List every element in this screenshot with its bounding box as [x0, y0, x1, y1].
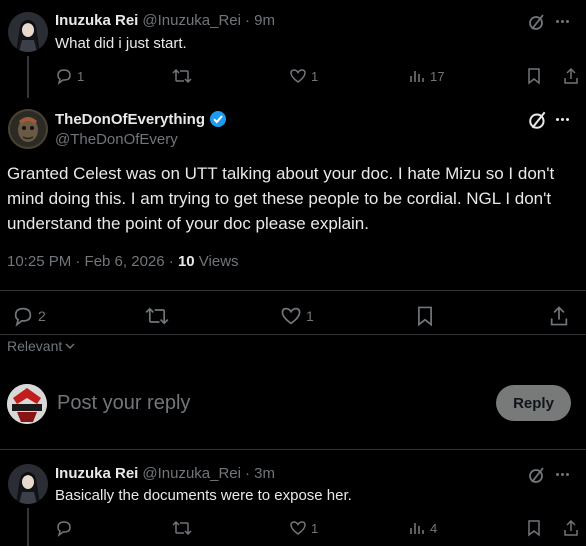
like-count: 1: [306, 308, 314, 324]
share-action[interactable]: [562, 67, 580, 85]
reply-icon: [57, 69, 71, 85]
tweet-text: Granted Celest was on UTT talking about …: [7, 164, 555, 233]
verified-badge-icon[interactable]: [209, 110, 227, 128]
views-icon: [410, 523, 424, 534]
reply-action[interactable]: 2: [12, 305, 46, 327]
avatar[interactable]: [7, 384, 47, 424]
sort-dropdown[interactable]: Relevant: [7, 338, 76, 354]
views-count: 10: [177, 253, 195, 270]
divider: [0, 449, 586, 450]
reply-action[interactable]: 1: [55, 67, 84, 85]
author-handle[interactable]: @Inuzuka_Rei: [142, 12, 241, 29]
repost-action[interactable]: [172, 519, 192, 537]
views-icon: [410, 71, 424, 82]
heart-icon: [281, 307, 301, 325]
views-count: 4: [430, 520, 438, 536]
reply-input[interactable]: Post your reply: [57, 392, 190, 415]
tweet-text: What did i just start.: [55, 35, 187, 52]
reply-count: 1: [77, 68, 85, 84]
grok-icon[interactable]: [528, 466, 546, 484]
more-icon[interactable]: [556, 473, 569, 476]
views-action[interactable]: 17: [408, 67, 444, 85]
tweet-time[interactable]: · 9m: [245, 12, 275, 29]
bookmark-action[interactable]: [414, 305, 436, 327]
like-action[interactable]: 1: [289, 67, 318, 85]
repost-icon: [172, 68, 192, 84]
tweet-header: Inuzuka Rei @Inuzuka_Rei · 9m: [55, 12, 275, 29]
tweet-meta: 10:25 PM · Feb 6, 2026 · 10 Views: [7, 253, 239, 270]
repost-action[interactable]: [145, 305, 169, 327]
repost-action[interactable]: [172, 67, 192, 85]
bookmark-action[interactable]: [525, 519, 543, 537]
author-name[interactable]: Inuzuka Rei: [55, 12, 138, 29]
heart-icon: [290, 521, 306, 535]
avatar[interactable]: [8, 464, 48, 504]
reply-icon: [14, 307, 32, 327]
bookmark-action[interactable]: [525, 67, 543, 85]
chevron-down-icon: [65, 343, 75, 349]
reply-button[interactable]: Reply: [496, 385, 571, 421]
share-icon: [564, 519, 578, 536]
author-name-row: TheDonOfEverything: [55, 110, 227, 128]
thread-line: [27, 508, 29, 546]
views-label: Views: [194, 253, 239, 270]
share-icon: [550, 306, 568, 326]
avatar[interactable]: [8, 12, 48, 52]
share-action[interactable]: [562, 519, 580, 537]
tweet-text: Basically the documents were to expose h…: [55, 487, 352, 504]
grok-icon[interactable]: [528, 13, 546, 31]
more-icon[interactable]: [556, 20, 569, 23]
timestamp[interactable]: 10:25 PM · Feb 6, 2026 ·: [7, 253, 178, 270]
share-action[interactable]: [548, 305, 570, 327]
bookmark-icon: [528, 68, 540, 85]
repost-icon: [145, 307, 169, 325]
repost-icon: [172, 520, 192, 536]
author-name[interactable]: Inuzuka Rei: [55, 465, 138, 482]
reply-icon: [57, 521, 71, 537]
thread-line: [27, 56, 29, 98]
grok-icon[interactable]: [528, 110, 548, 130]
reply-action[interactable]: [55, 519, 73, 537]
views-action[interactable]: 4: [408, 519, 437, 537]
divider: [0, 334, 586, 335]
avatar[interactable]: [8, 109, 48, 149]
divider: [0, 290, 586, 291]
bookmark-icon: [528, 520, 540, 537]
heart-icon: [290, 69, 306, 83]
tweet-header: Inuzuka Rei @Inuzuka_Rei · 3m: [55, 465, 275, 482]
like-count: 1: [311, 68, 319, 84]
tweet-time[interactable]: · 3m: [245, 465, 275, 482]
like-action[interactable]: 1: [289, 519, 318, 537]
views-count: 17: [430, 68, 445, 84]
like-count: 1: [311, 520, 319, 536]
reply-count: 2: [38, 308, 46, 324]
share-icon: [564, 67, 578, 84]
author-name[interactable]: TheDonOfEverything: [55, 111, 205, 128]
like-action[interactable]: 1: [280, 305, 314, 327]
sort-label: Relevant: [7, 338, 63, 354]
author-handle[interactable]: @TheDonOfEvery: [55, 131, 178, 148]
more-icon[interactable]: [556, 118, 569, 121]
bookmark-icon: [418, 306, 432, 327]
author-handle[interactable]: @Inuzuka_Rei: [142, 465, 241, 482]
